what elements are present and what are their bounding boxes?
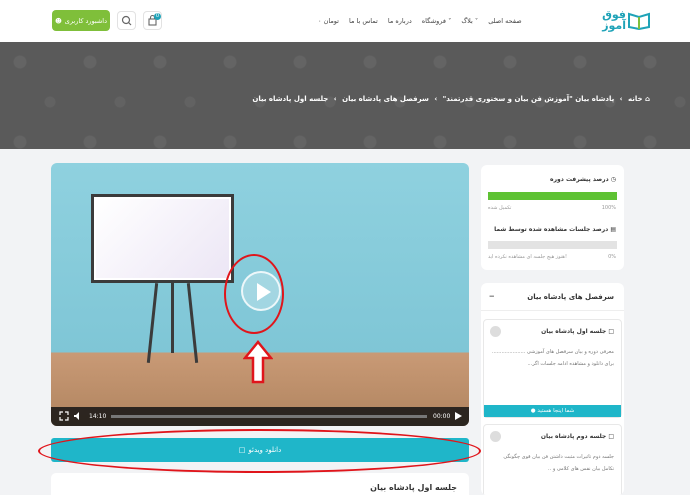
sessions-status: هنوز هیچ جلسه ای مشاهده نکرده اید! <box>488 254 567 260</box>
nav-home[interactable]: صفحه اصلی <box>488 17 521 25</box>
nav-about[interactable]: درباره ما <box>388 17 412 25</box>
breadcrumb-current: جلسه اول پادشاه بیان <box>252 95 329 103</box>
breadcrumb-separator: › <box>434 95 438 103</box>
nav-cart-total[interactable]: ۰ تومان <box>318 17 339 25</box>
collapse-icon[interactable]: – <box>489 289 495 302</box>
session-item[interactable]: جلسه دوم پادشاه بیان □ جلسه دوم تاثیرات … <box>483 424 622 495</box>
progress-card: درصد پیشرفت دوره ◷ 100% تکمیل شده درصد ج… <box>481 165 624 270</box>
nav-shop[interactable]: فروشگاه ˅ <box>422 17 452 25</box>
current-session-badge[interactable]: ● شما اینجا هستید <box>484 405 621 417</box>
nav-contact[interactable]: تماس با ما <box>349 17 378 25</box>
cart-button[interactable]: 0 <box>143 11 162 30</box>
main-nav: صفحه اصلی بلاگ ˅ فروشگاه ˅ درباره ما تما… <box>318 13 522 29</box>
document-icon: □ <box>608 328 614 335</box>
course-status: تکمیل شده <box>488 205 512 211</box>
cart-count-badge: 0 <box>154 13 161 20</box>
breadcrumb-chapters[interactable]: سرفصل های پادشاه بیان <box>342 95 429 103</box>
clock-icon: ◷ <box>610 176 616 183</box>
nav-blog[interactable]: بلاگ ˅ <box>461 17 478 25</box>
breadcrumb: ⌂ خانه › پادشاه بیان "آموزش فن بیان و سخ… <box>252 95 650 103</box>
dashboard-button[interactable]: ☻ داشبورد کاربری <box>52 10 110 31</box>
breadcrumb-separator: › <box>333 95 337 103</box>
user-icon: ☻ <box>54 16 62 25</box>
sessions-progress-label: درصد جلسات مشاهده شده توسط شما ▤ <box>494 226 616 233</box>
session-description: معرفی دوره و بیان سرفصل های آموزشی .....… <box>491 349 614 367</box>
current-time: 14:10 <box>89 413 107 420</box>
status-circle-icon <box>490 326 501 337</box>
document-icon: □ <box>608 433 614 440</box>
course-percent: 100% <box>601 205 616 211</box>
search-icon <box>121 15 132 26</box>
dashboard-label: داشبورد کاربری <box>64 16 108 25</box>
end-time: 00:00 <box>433 413 451 420</box>
sessions-card: سرفصل های پادشاه بیان – جلسه اول پادشاه … <box>481 283 624 495</box>
status-circle-icon <box>490 431 501 442</box>
sessions-progress-bar <box>488 241 617 249</box>
course-progress-bar <box>488 192 617 200</box>
annotation-up-arrow <box>243 340 273 384</box>
annotation-ellipse <box>224 254 284 334</box>
breadcrumb-separator: › <box>619 95 623 103</box>
easel-leg <box>186 283 199 363</box>
session-item[interactable]: جلسه اول پادشاه بیان □ معرفی دوره و بیان… <box>483 319 622 418</box>
session-description: جلسه دوم تاثیرات مثبت داشتن فن بیان قوی … <box>503 454 614 472</box>
session-title: جلسه دوم پادشاه بیان □ <box>540 433 614 440</box>
play-small-icon[interactable] <box>453 411 463 421</box>
volume-icon[interactable] <box>73 411 83 421</box>
annotation-ellipse <box>38 429 481 473</box>
site-logo[interactable]: فوق آموز <box>592 6 652 36</box>
lesson-title-card: جلسه اول پادشاه بیان <box>51 473 469 495</box>
site-header: فوق آموز صفحه اصلی بلاگ ˅ فروشگاه ˅ دربا… <box>0 0 690 42</box>
sessions-percent: 0% <box>608 254 616 260</box>
sessions-heading: سرفصل های پادشاه بیان <box>527 293 614 301</box>
fullscreen-icon[interactable] <box>59 411 69 421</box>
session-title: جلسه اول پادشاه بیان □ <box>541 328 614 335</box>
video-controls: 14:10 00:00 <box>51 407 469 426</box>
search-button[interactable] <box>117 11 136 30</box>
home-icon: ⌂ <box>644 95 650 103</box>
page-banner: ⌂ خانه › پادشاه بیان "آموزش فن بیان و سخ… <box>0 42 690 149</box>
whiteboard-illustration <box>91 194 234 283</box>
breadcrumb-course[interactable]: پادشاه بیان "آموزش فن بیان و سخنوری قدرت… <box>443 95 615 103</box>
logo-text: فوق آموز <box>602 8 626 32</box>
easel-leg <box>146 283 159 363</box>
breadcrumb-home[interactable]: خانه <box>628 95 643 103</box>
list-icon: ▤ <box>610 226 616 233</box>
seek-bar[interactable] <box>111 415 427 418</box>
lesson-title: جلسه اول پادشاه بیان <box>370 483 457 492</box>
sessions-header[interactable]: سرفصل های پادشاه بیان – <box>481 283 624 311</box>
book-icon <box>628 12 650 30</box>
course-progress-fill <box>488 192 617 200</box>
easel-leg <box>171 283 174 353</box>
course-progress-label: درصد پیشرفت دوره ◷ <box>550 176 616 183</box>
location-pin-icon: ● <box>530 408 536 414</box>
